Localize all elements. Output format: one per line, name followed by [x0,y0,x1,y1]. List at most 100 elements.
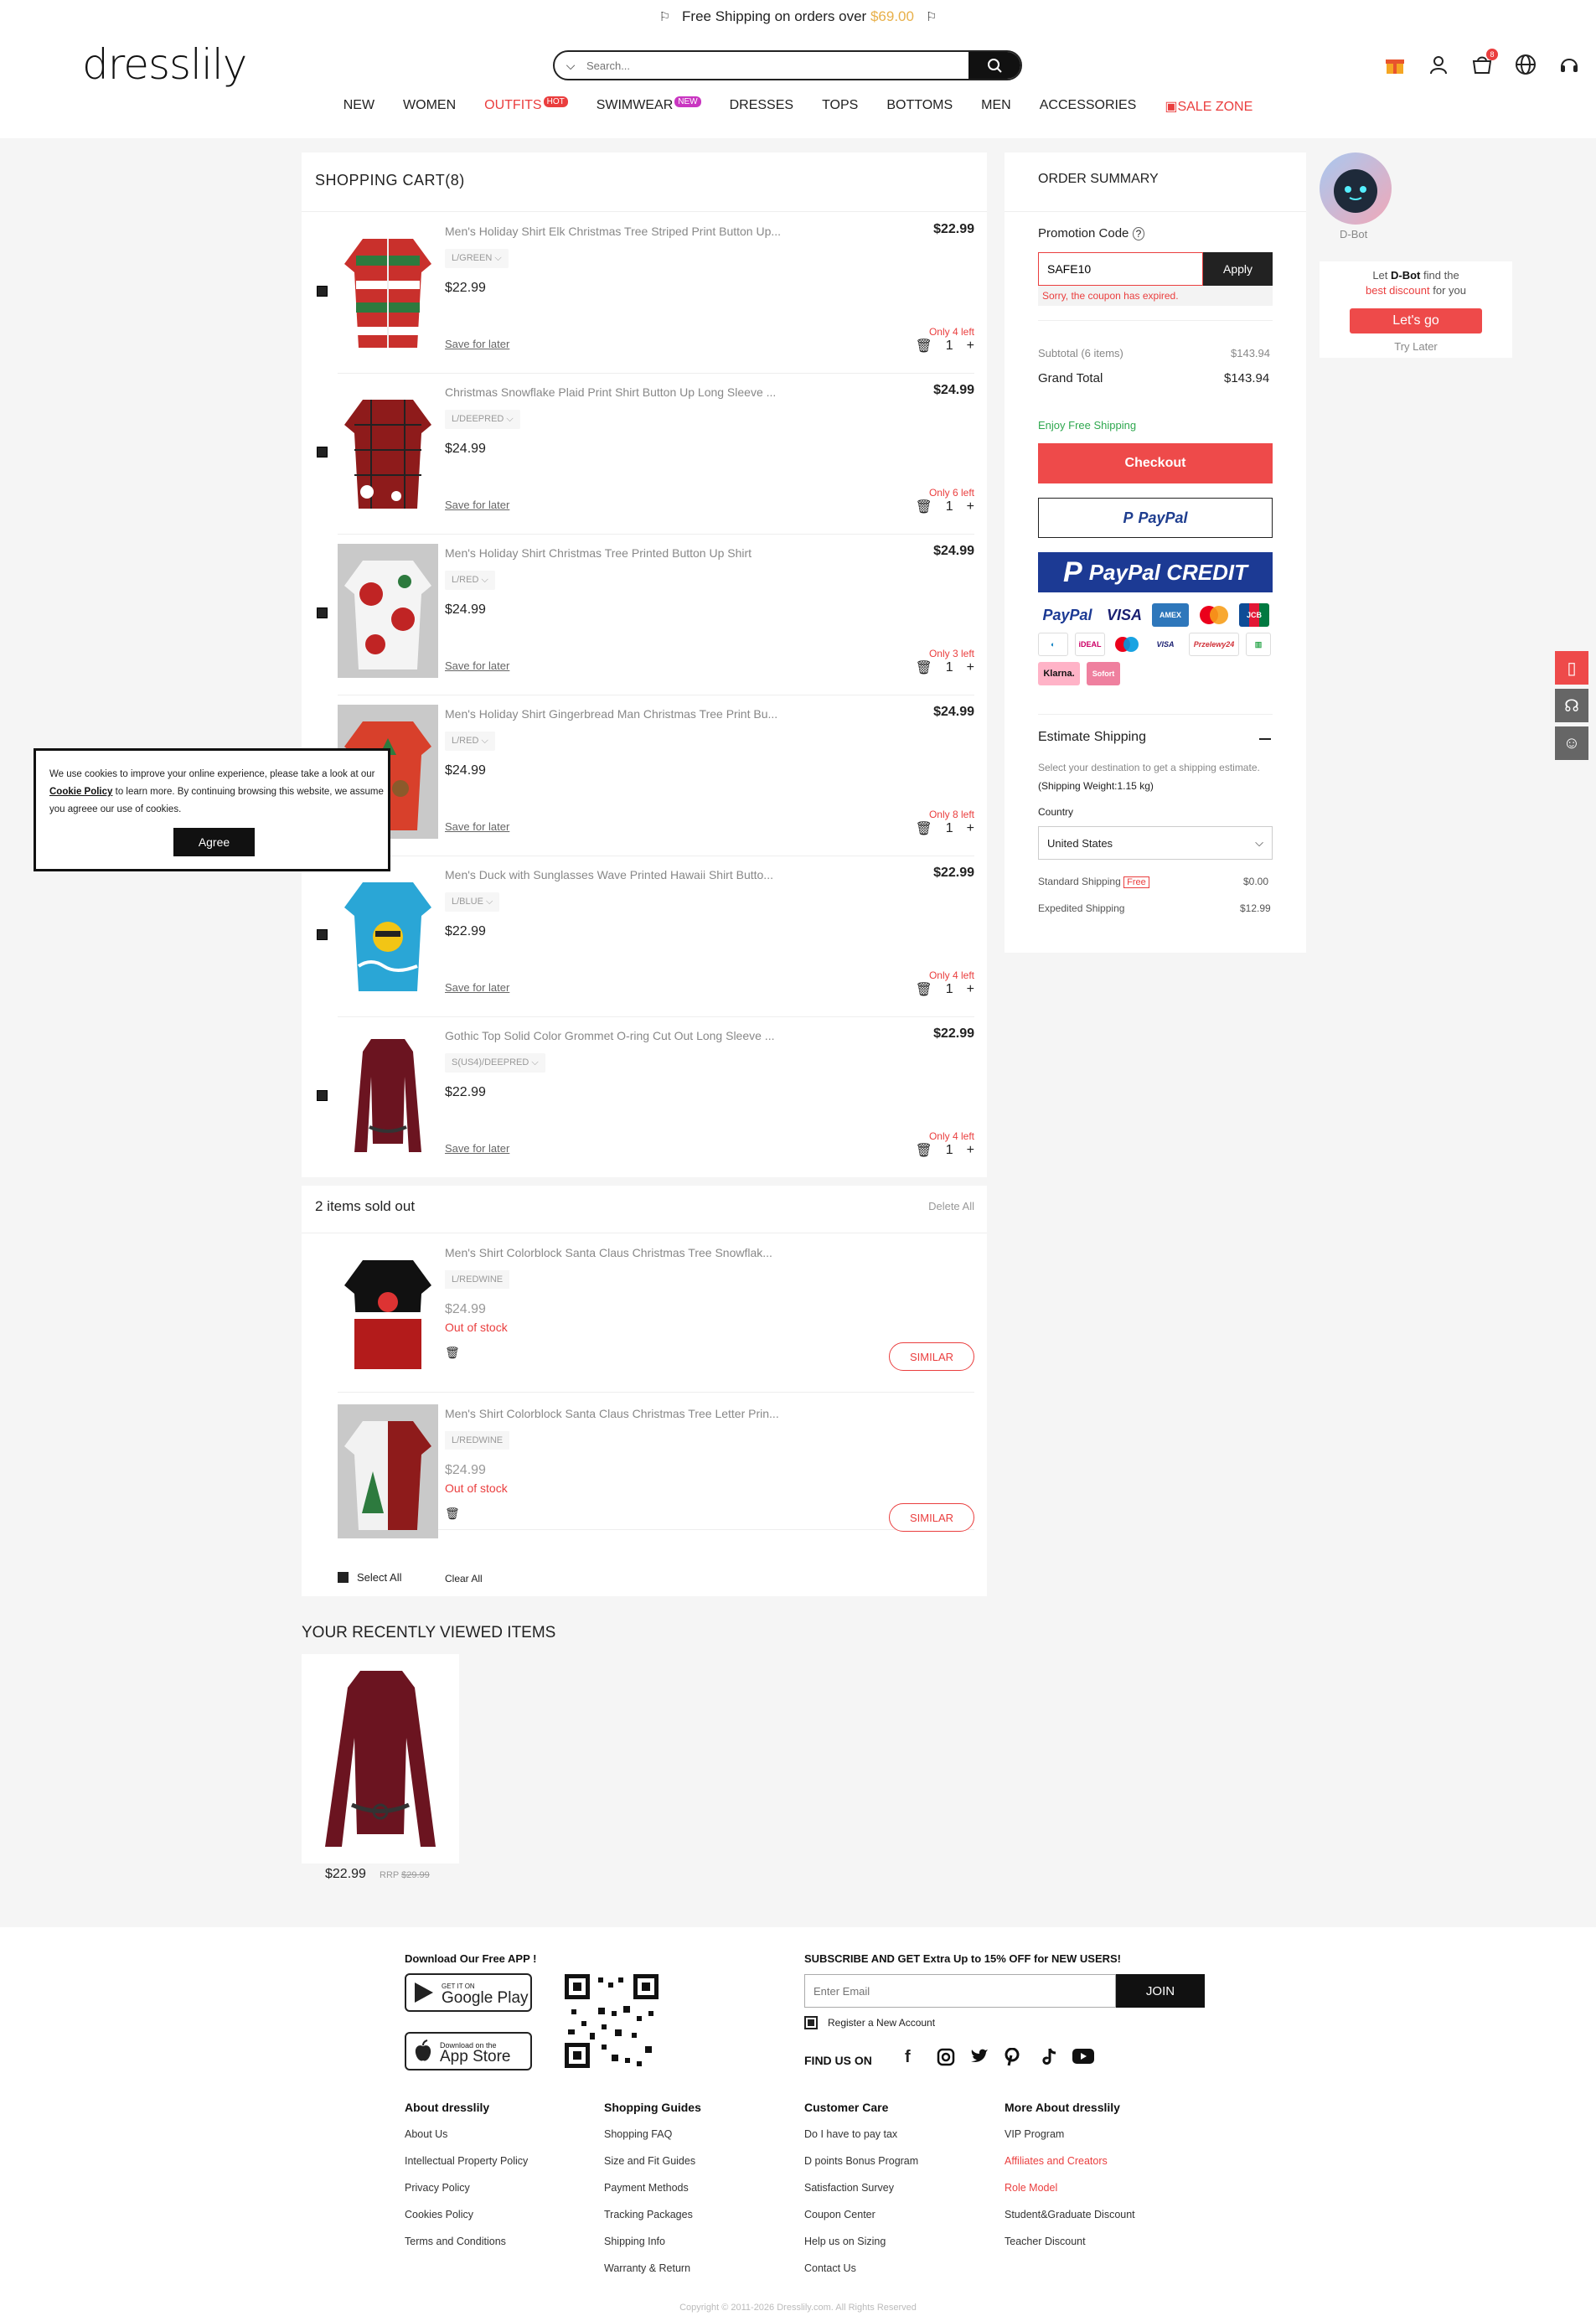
logo[interactable]: dresslily [82,40,247,89]
select-all-checkbox[interactable] [338,1572,349,1583]
product-name[interactable]: Men's Holiday Shirt Christmas Tree Print… [445,546,822,560]
nav-sale-zone[interactable]: ▣SALE ZONE [1150,98,1267,115]
nav-swimwear[interactable]: SWIMWEAR NEW [582,96,715,115]
chatbot-icon[interactable]: ☺ [1555,726,1588,760]
plus-icon[interactable]: + [967,1143,974,1158]
footer-link[interactable]: Do I have to pay tax [804,2128,897,2140]
footer-link[interactable]: Warranty & Return [604,2262,690,2274]
nav-women[interactable]: WOMEN [389,98,470,115]
save-for-later-link[interactable]: Save for later [445,659,509,672]
trash-icon[interactable]: 🗑 [445,1346,460,1360]
product-image[interactable] [338,1404,438,1538]
footer-link[interactable]: Affiliates and Creators [1005,2155,1108,2167]
facebook-icon[interactable]: f [905,2048,911,2067]
save-for-later-link[interactable]: Save for later [445,1142,509,1155]
tiktok-icon[interactable] [1041,2048,1057,2071]
mobile-app-icon[interactable]: ▯ [1555,651,1588,685]
nav-new[interactable]: NEW [329,98,389,115]
footer-link[interactable]: Tracking Packages [604,2209,693,2220]
product-image[interactable] [338,1243,438,1378]
item-checkbox[interactable] [317,929,328,940]
product-name[interactable]: Gothic Top Solid Color Grommet O-ring Cu… [445,1029,822,1042]
nav-dresses[interactable]: DRESSES [715,98,808,115]
plus-icon[interactable]: + [967,660,974,675]
product-name[interactable]: Men's Holiday Shirt Gingerbread Man Chri… [445,707,822,721]
footer-link[interactable]: Shipping Info [604,2236,665,2247]
similar-button[interactable]: SIMILAR [889,1503,974,1532]
nav-outfits[interactable]: OUTFITS HOT [470,96,582,115]
agree-button[interactable]: Agree [173,828,255,856]
promo-code-input[interactable] [1038,252,1203,286]
product-name[interactable]: Men's Holiday Shirt Elk Christmas Tree S… [445,225,822,238]
twitter-icon[interactable] [970,2048,989,2070]
save-for-later-link[interactable]: Save for later [445,338,509,350]
nav-men[interactable]: MEN [967,98,1025,115]
paypal-button[interactable]: P PayPal [1038,498,1273,538]
register-checkbox-row[interactable]: Register a New Account [804,2016,935,2029]
plus-icon[interactable]: + [967,499,974,514]
footer-link[interactable]: Coupon Center [804,2209,875,2220]
globe-icon[interactable] [1513,52,1538,77]
plus-icon[interactable]: + [967,339,974,354]
nav-bottoms[interactable]: BOTTOMS [872,98,967,115]
footer-link[interactable]: Student&Graduate Discount [1005,2209,1135,2220]
collapse-icon[interactable] [1259,738,1271,740]
search-bar[interactable]: ⌵ [553,50,1022,80]
lets-go-button[interactable]: Let's go [1350,308,1482,333]
save-for-later-link[interactable]: Save for later [445,499,509,511]
variant-select[interactable]: L/RED ⌵ [445,732,495,751]
footer-link[interactable]: Privacy Policy [405,2182,470,2194]
app-store-button[interactable]: Download on the App Store [405,2032,532,2070]
footer-link[interactable]: VIP Program [1005,2128,1064,2140]
search-input[interactable] [586,59,968,72]
delete-all-link[interactable]: Delete All [928,1200,974,1212]
nav-accessories[interactable]: ACCESSORIES [1025,98,1151,115]
register-checkbox[interactable] [804,2016,818,2029]
plus-icon[interactable]: + [967,982,974,997]
youtube-icon[interactable] [1072,2048,1094,2070]
cookie-policy-link[interactable]: Cookie Policy [49,787,112,797]
trash-icon[interactable]: 🗑 [915,659,932,676]
product-image[interactable] [338,1026,438,1161]
support-icon[interactable]: ☊ [1555,689,1588,722]
footer-link[interactable]: Role Model [1005,2182,1057,2194]
product-image[interactable] [338,544,438,678]
footer-link[interactable]: About Us [405,2128,447,2140]
item-checkbox[interactable] [317,447,328,458]
user-icon[interactable] [1426,52,1451,77]
item-checkbox[interactable] [317,1090,328,1101]
product-name[interactable]: Christmas Snowflake Plaid Print Shirt Bu… [445,385,822,399]
save-for-later-link[interactable]: Save for later [445,981,509,994]
gift-icon[interactable] [1382,52,1407,77]
apply-button[interactable]: Apply [1203,252,1273,286]
footer-link[interactable]: Contact Us [804,2262,856,2274]
footer-link[interactable]: Intellectual Property Policy [405,2155,528,2167]
footer-link[interactable]: Teacher Discount [1005,2236,1086,2247]
help-icon[interactable]: ? [1132,227,1145,240]
select-all[interactable]: Select All [338,1571,401,1584]
footer-link[interactable]: D points Bonus Program [804,2155,918,2167]
join-button[interactable]: JOIN [1116,1974,1205,2008]
nav-tops[interactable]: TOPS [808,98,872,115]
footer-link[interactable]: Shopping FAQ [604,2128,672,2140]
dbot-avatar[interactable] [1320,153,1392,225]
try-later-link[interactable]: Try Later [1320,340,1512,353]
variant-select[interactable]: L/BLUE ⌵ [445,892,500,912]
footer-link[interactable]: Cookies Policy [405,2209,473,2220]
similar-button[interactable]: SIMILAR [889,1342,974,1371]
product-name[interactable]: Men's Duck with Sunglasses Wave Printed … [445,868,822,881]
trash-icon[interactable]: 🗑 [915,981,932,998]
product-image[interactable] [338,222,438,356]
headset-icon[interactable] [1557,52,1582,77]
item-checkbox[interactable] [317,286,328,297]
footer-link[interactable]: Size and Fit Guides [604,2155,695,2167]
trash-icon[interactable]: 🗑 [915,338,932,354]
footer-link[interactable]: Help us on Sizing [804,2236,886,2247]
save-for-later-link[interactable]: Save for later [445,820,509,833]
trash-icon[interactable]: 🗑 [915,1142,932,1159]
product-image[interactable] [338,866,438,1000]
email-field[interactable] [804,1974,1116,2008]
product-image[interactable] [338,383,438,517]
instagram-icon[interactable] [937,2048,955,2071]
footer-link[interactable]: Payment Methods [604,2182,689,2194]
